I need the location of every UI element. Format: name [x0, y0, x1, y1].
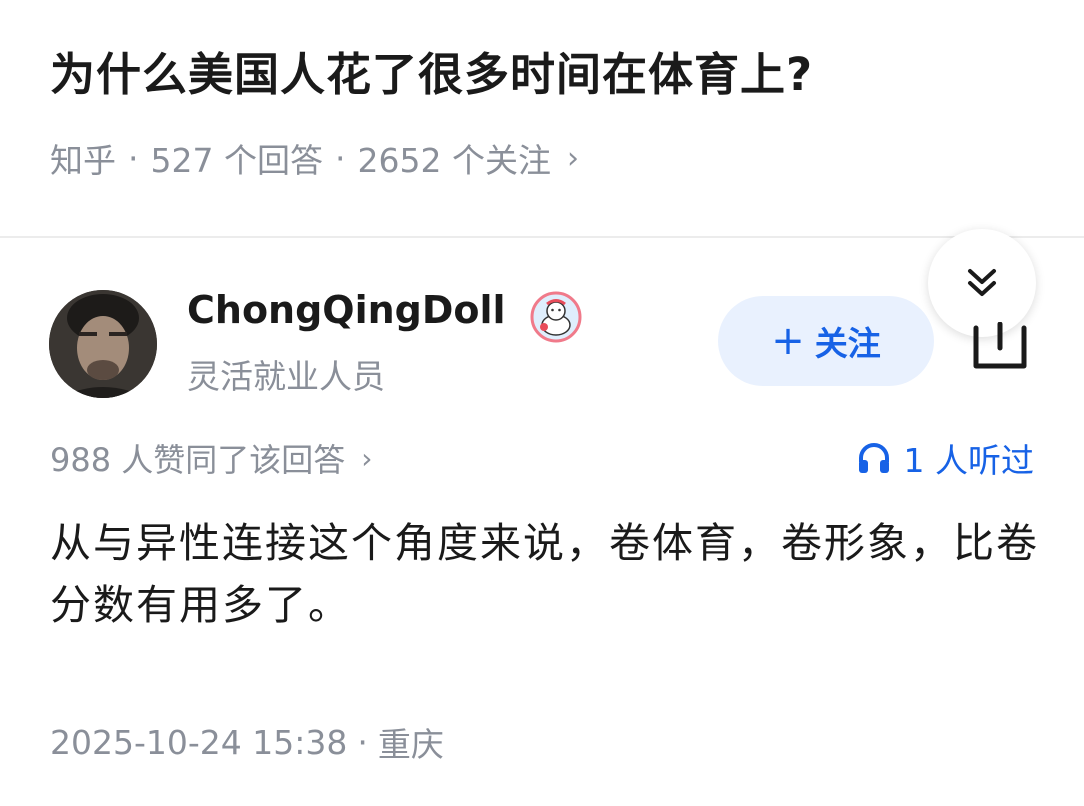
answer-date: 2025-10-24 15:38	[50, 722, 348, 762]
chevron-right-icon: ›	[361, 441, 373, 475]
answer-content[interactable]: 从与异性连接这个角度来说，卷体育，卷形象，比卷分数有用多了。	[50, 512, 1040, 636]
follow-label: 关注	[814, 324, 881, 363]
divider	[0, 236, 1084, 238]
meta-separator: ·	[334, 138, 346, 178]
meta-separator: ·	[128, 138, 139, 178]
double-chevron-down-icon	[968, 269, 996, 296]
author-bio: 灵活就业人员	[187, 357, 385, 396]
question-source: 知乎	[50, 141, 116, 180]
chevron-right-icon: ›	[566, 140, 579, 176]
author-name[interactable]: ChongQingDoll	[187, 288, 506, 332]
cartoon-badge-icon	[530, 291, 582, 343]
follower-count: 2652 个关注	[357, 141, 551, 180]
question-title[interactable]: 为什么美国人花了很多时间在体育上?	[50, 38, 813, 103]
answer-meta: 2025-10-24 15:38 · 重庆	[50, 718, 444, 766]
upvote-text: 988 人赞同了该回答	[50, 441, 346, 479]
share-icon[interactable]	[972, 322, 1028, 372]
answer-location: 重庆	[377, 725, 444, 764]
avatar[interactable]	[49, 290, 157, 398]
listen-count[interactable]: 1 人听过	[856, 434, 1035, 482]
follow-button[interactable]: + 关注	[718, 296, 934, 386]
upvote-count[interactable]: 988 人赞同了该回答 ›	[50, 435, 372, 481]
answer-count: 527 个回答	[150, 141, 323, 180]
collapse-button[interactable]	[928, 229, 1036, 337]
headphones-icon	[858, 443, 889, 473]
meta-separator: ·	[357, 722, 368, 762]
listen-text: 1 人听过	[903, 441, 1035, 480]
avatar-image	[49, 290, 157, 398]
plus-icon: +	[771, 318, 805, 364]
question-meta[interactable]: 知乎 · 527 个回答 · 2652 个关注 ›	[50, 134, 579, 182]
